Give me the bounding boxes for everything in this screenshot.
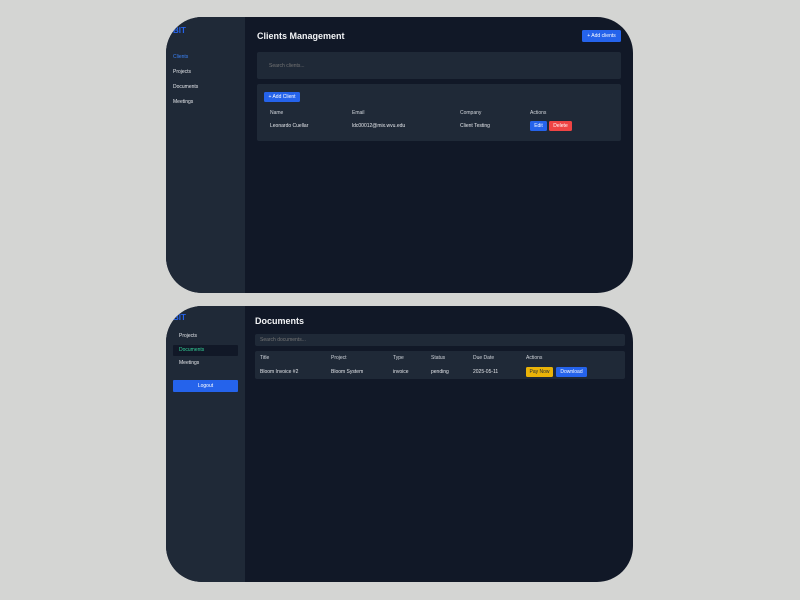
column-header-actions: Actions	[530, 110, 547, 116]
search-input[interactable]	[269, 61, 569, 70]
sidebar-item-projects[interactable]: Projects	[173, 69, 191, 75]
sidebar-item-projects[interactable]: Projects	[173, 331, 238, 342]
document-title: Bloom Invoice #2	[260, 369, 299, 375]
column-header-email: Email	[352, 110, 365, 116]
page-title: Clients Management	[257, 31, 345, 41]
app-logo: BIT	[173, 313, 186, 322]
sidebar-item-meetings[interactable]: Meetings	[173, 99, 193, 105]
sidebar-item-clients[interactable]: Clients	[173, 54, 188, 60]
clients-card: + Add Client Name Email Company Actions …	[257, 84, 621, 141]
delete-button[interactable]: Delete	[549, 121, 572, 131]
client-company: Client Testing	[460, 123, 490, 129]
app-logo: BIT	[173, 26, 186, 35]
column-header-type: Type	[393, 355, 404, 361]
document-status: pending	[431, 369, 449, 375]
column-header-status: Status	[431, 355, 446, 361]
search-bar	[255, 334, 625, 346]
column-header-name: Name	[270, 110, 284, 116]
sidebar-item-documents[interactable]: Documents	[173, 84, 198, 90]
pay-now-button[interactable]: Pay Now	[526, 367, 553, 377]
column-header-title: Title	[260, 355, 270, 361]
edit-button[interactable]: Edit	[530, 121, 547, 131]
documents-window: BIT Projects Documents Meetings Logout D…	[166, 306, 633, 582]
main-content: Documents Title Project Type Status Due …	[245, 306, 633, 582]
page-title: Documents	[255, 316, 305, 326]
column-header-project: Project	[331, 355, 347, 361]
sidebar-item-documents[interactable]: Documents	[173, 345, 238, 356]
column-header-due-date: Due Date	[473, 355, 495, 361]
search-bar	[257, 52, 621, 79]
sidebar: BIT Clients Projects Documents Meetings	[166, 17, 245, 293]
document-due-date: 2025-05-11	[473, 369, 499, 375]
document-project: Bloom System	[331, 369, 364, 375]
column-header-actions: Actions	[526, 355, 543, 361]
clients-window: BIT Clients Projects Documents Meetings …	[166, 17, 633, 293]
logout-button[interactable]: Logout	[173, 380, 238, 392]
client-name: Leonardo Cuellar	[270, 123, 309, 129]
sidebar-item-meetings[interactable]: Meetings	[173, 358, 238, 369]
add-client-button[interactable]: + Add Client	[264, 92, 300, 102]
column-header-company: Company	[460, 110, 482, 116]
client-email: ldc00012@mix.wvu.edu	[352, 123, 406, 129]
download-button[interactable]: Download	[556, 367, 587, 377]
document-type: invoice	[393, 369, 409, 375]
search-input[interactable]	[260, 336, 560, 344]
add-clients-button[interactable]: + Add clients	[582, 30, 621, 42]
main-content: Clients Management + Add clients + Add C…	[245, 17, 633, 293]
sidebar: BIT Projects Documents Meetings Logout	[166, 306, 245, 582]
documents-table: Title Project Type Status Due Date Actio…	[255, 351, 625, 379]
